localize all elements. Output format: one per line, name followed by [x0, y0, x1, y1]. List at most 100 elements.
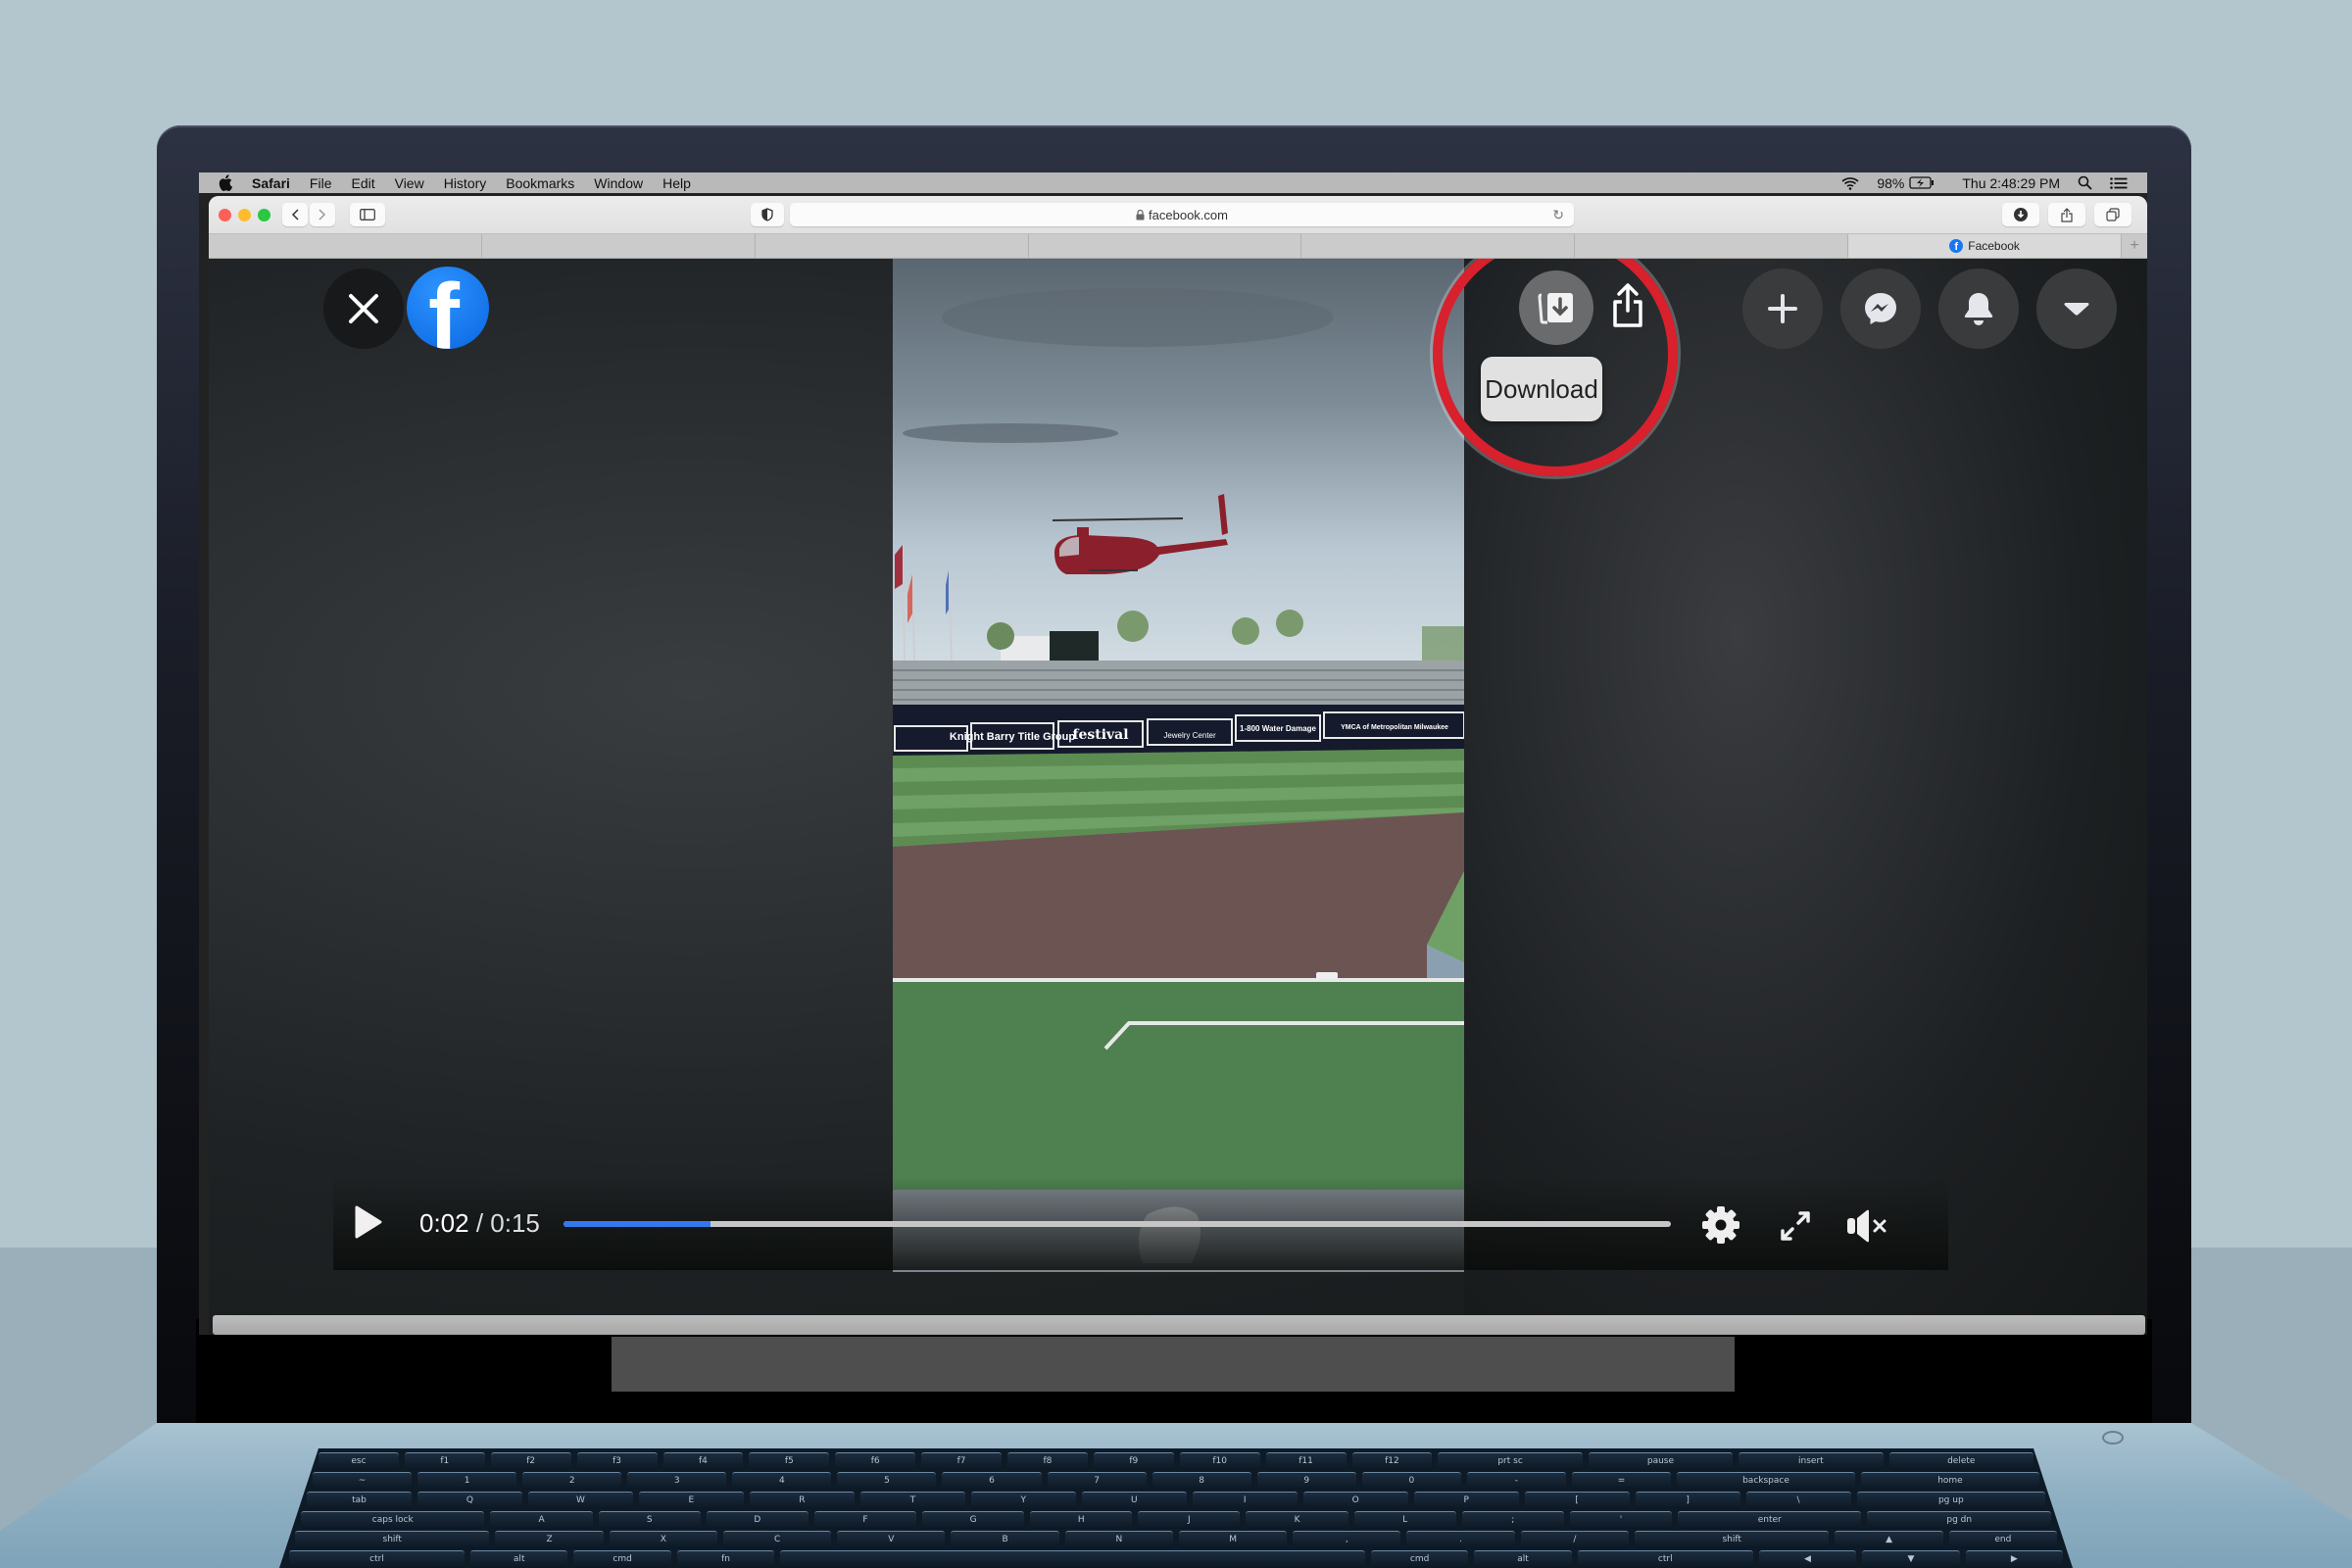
power-button [2102, 1431, 2124, 1445]
keyboard-key: esc [318, 1452, 399, 1470]
keyboard-key: ▶ [1965, 1550, 2064, 1568]
keyboard-key: f3 [576, 1452, 658, 1470]
spotlight-search-icon[interactable] [2078, 175, 2092, 190]
facebook-logo[interactable]: f [407, 267, 489, 349]
tab-bar: f Facebook + [209, 233, 2147, 259]
tab[interactable] [209, 234, 482, 258]
keyboard-key: ctrl [289, 1550, 465, 1568]
new-tab-button[interactable]: + [2122, 234, 2147, 258]
keyboard-key: fn [676, 1550, 775, 1568]
keyboard-key: U [1081, 1492, 1187, 1509]
settings-button[interactable] [1700, 1204, 1741, 1246]
screen-bottom-bar [213, 1315, 2145, 1335]
keyboard-key: M [1178, 1531, 1288, 1548]
menu-edit[interactable]: Edit [351, 175, 374, 191]
keyboard-key: W [527, 1492, 633, 1509]
privacy-report-button[interactable] [751, 203, 784, 226]
volume-muted-icon [1845, 1206, 1890, 1246]
share-button[interactable] [2048, 203, 2085, 226]
video-controls: 0:02 / 0:15 [333, 1177, 1948, 1270]
keyboard-key: O [1302, 1492, 1408, 1509]
apple-menu-icon[interactable] [219, 174, 236, 191]
plus-icon [1767, 293, 1798, 324]
keyboard-key: E [638, 1492, 744, 1509]
keyboard-key: 6 [942, 1472, 1042, 1490]
close-icon [347, 292, 380, 325]
menu-safari[interactable]: Safari [252, 175, 290, 191]
battery-percent: 98% [1877, 174, 1905, 191]
address-bar[interactable]: facebook.com ↻ [790, 203, 1574, 226]
keyboard-key: cmd [573, 1550, 671, 1568]
menu-window[interactable]: Window [594, 175, 643, 191]
share-icon [2061, 207, 2073, 222]
tab[interactable] [755, 234, 1029, 258]
keyboard-key: I [1192, 1492, 1298, 1509]
keyboard-key: f6 [835, 1452, 916, 1470]
tab[interactable] [481, 234, 756, 258]
notifications-button[interactable] [1938, 269, 2019, 349]
laptop-hinge [612, 1337, 1735, 1392]
laptop-screen: Safari File Edit View History Bookmarks … [199, 172, 2147, 1335]
keyboard-key: f11 [1265, 1452, 1347, 1470]
tab[interactable] [1028, 234, 1302, 258]
video-frame[interactable]: Knight Barry Title Group festival Jewelr… [893, 259, 1464, 1272]
forward-button[interactable] [310, 203, 335, 226]
facebook-favicon: f [1949, 239, 1964, 253]
menu-bookmarks[interactable]: Bookmarks [506, 175, 574, 191]
keyboard-key: f9 [1093, 1452, 1174, 1470]
messenger-button[interactable] [1840, 269, 1921, 349]
mute-button[interactable] [1845, 1206, 1890, 1246]
keyboard-key: f12 [1351, 1452, 1433, 1470]
keyboard-key: L [1353, 1511, 1456, 1529]
menubar-clock[interactable]: Thu 2:48:29 PM [1962, 175, 2060, 191]
keyboard-key: F [813, 1511, 917, 1529]
battery-charging-icon[interactable] [1909, 176, 1935, 189]
keyboard-key: backspace [1677, 1472, 1855, 1490]
sidebar-toggle-button[interactable] [350, 203, 385, 226]
menu-file[interactable]: File [310, 175, 332, 191]
keyboard-key: alt [469, 1550, 568, 1568]
tab[interactable] [1575, 234, 1849, 258]
account-menu-button[interactable] [2036, 269, 2117, 349]
keyboard-key: T [859, 1492, 965, 1509]
menu-help[interactable]: Help [662, 175, 691, 191]
keyboard-key: f2 [490, 1452, 571, 1470]
close-viewer-button[interactable] [323, 269, 404, 349]
keyboard-key: alt [1474, 1550, 1572, 1568]
close-window-button[interactable] [219, 209, 231, 221]
keyboard-key: shift [1634, 1531, 1830, 1548]
menu-history[interactable]: History [444, 175, 487, 191]
wifi-icon[interactable] [1841, 176, 1859, 190]
keyboard-key: S [598, 1511, 701, 1529]
expand-icon [1779, 1209, 1812, 1243]
tab-overview-button[interactable] [2094, 203, 2132, 226]
ad-jewelry: Jewelry Center [1163, 731, 1216, 740]
downloads-button[interactable] [2002, 203, 2039, 226]
fullscreen-button[interactable] [1779, 1209, 1812, 1243]
minimize-window-button[interactable] [238, 209, 251, 221]
keyboard-key: Y [970, 1492, 1076, 1509]
zoom-window-button[interactable] [258, 209, 270, 221]
chevron-right-icon [318, 209, 326, 220]
tab[interactable] [1301, 234, 1576, 258]
keyboard-key: ~ [313, 1472, 413, 1490]
keyboard-key: [ [1524, 1492, 1630, 1509]
reload-icon[interactable]: ↻ [1552, 207, 1564, 223]
keyboard-key: P [1413, 1492, 1519, 1509]
keyboard-key: prt sc [1438, 1452, 1583, 1470]
keyboard-key: f10 [1179, 1452, 1260, 1470]
keyboard-row: esc f1 f2 f3 f4 f5 f6 f7 f8 f9 f10 f11 f12 prt sc paus… [279, 1452, 2073, 1470]
safari-window: facebook.com ↻ f Facebook + Knight Barry… [209, 196, 2147, 1335]
create-button[interactable] [1742, 269, 1823, 349]
progress-bar[interactable] [564, 1221, 1671, 1227]
keyboard-row: ctrl alt cmd fn cmd alt ctrl ◀ ▼ ▶ [279, 1550, 2073, 1568]
keyboard-key: Q [416, 1492, 522, 1509]
keyboard-key: ▼ [1862, 1550, 1960, 1568]
play-button[interactable] [353, 1204, 388, 1244]
duration: 0:15 [490, 1208, 540, 1238]
back-button[interactable] [282, 203, 308, 226]
menu-view[interactable]: View [395, 175, 424, 191]
notification-center-icon[interactable] [2110, 176, 2128, 189]
tab-facebook[interactable]: f Facebook [1848, 234, 2123, 258]
tabs-icon [2106, 208, 2120, 221]
